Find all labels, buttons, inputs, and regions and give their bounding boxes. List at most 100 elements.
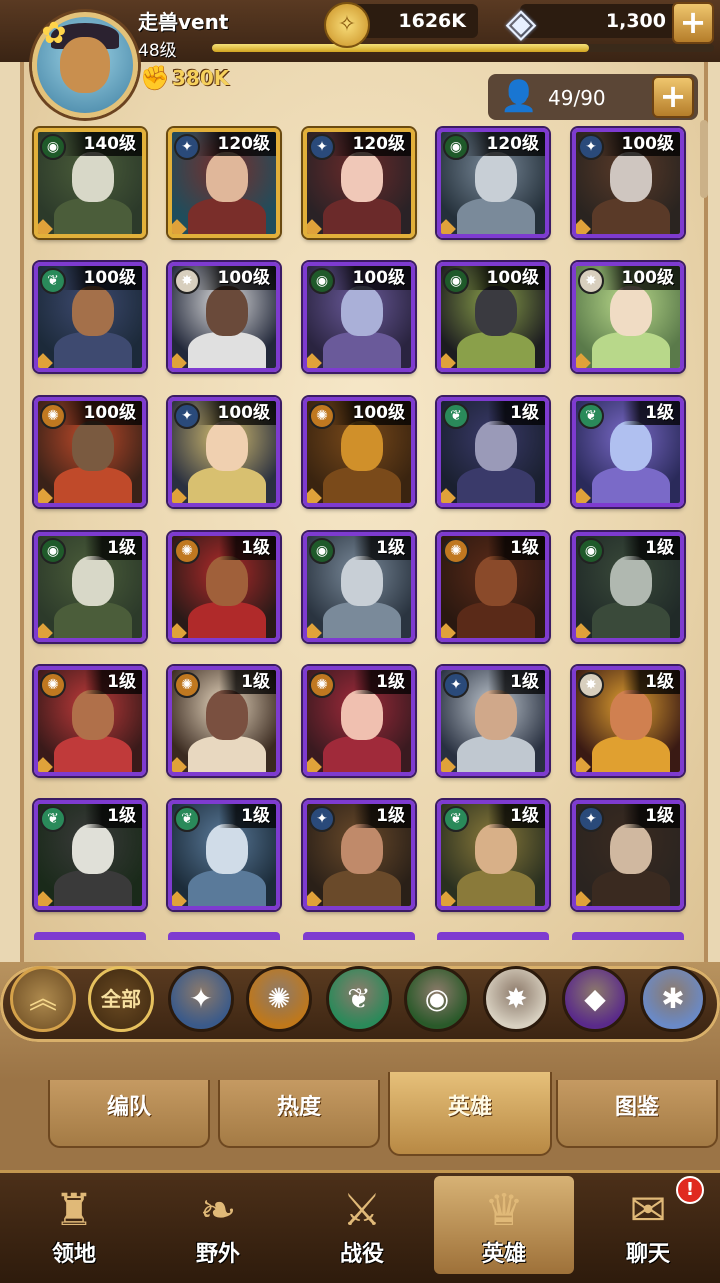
hero-body: [592, 870, 670, 906]
hero-card[interactable]: ◉ 100级: [437, 262, 549, 372]
hero-card[interactable]: ❦ 1级: [437, 397, 549, 507]
void-crystal-icon[interactable]: ◆: [562, 966, 628, 1032]
player-avatar[interactable]: ✿: [32, 12, 138, 118]
hero-level: 120级: [330, 132, 411, 156]
hero-body: [457, 332, 535, 368]
hero-card-partial: [168, 932, 280, 940]
hero-card[interactable]: ◉ 100级: [303, 262, 415, 372]
eye-icon[interactable]: ◉: [404, 966, 470, 1032]
player-level: 48级: [138, 41, 177, 61]
hero-card[interactable]: ✸ 1级: [572, 666, 684, 776]
diamond-counter[interactable]: 1,300: [520, 4, 682, 38]
hero-head: [475, 690, 517, 740]
hero-level: 120级: [464, 132, 545, 156]
add-diamonds-button[interactable]: +: [672, 2, 714, 44]
chevrons-up-icon[interactable]: ︽: [10, 966, 76, 1032]
hero-level: 1级: [85, 804, 142, 828]
hero-head: [72, 421, 114, 471]
filter-all-button[interactable]: 全部: [88, 966, 154, 1032]
hero-card[interactable]: ✦ 120级: [303, 128, 415, 238]
hero-card[interactable]: ✺ 1级: [303, 666, 415, 776]
hero-head: [72, 690, 114, 740]
starburst-icon[interactable]: ✸: [483, 966, 549, 1032]
hero-body: [592, 467, 670, 503]
sun-fire-faction-icon: ✺: [443, 538, 469, 564]
hero-head: [206, 824, 248, 874]
hero-head: [206, 556, 248, 606]
castle-icon: ♜: [54, 1185, 94, 1236]
helmet-icon: ♛: [484, 1185, 524, 1236]
hero-card[interactable]: ✺ 1级: [168, 666, 280, 776]
hero-card[interactable]: ✸ 100级: [168, 262, 280, 372]
hero-body: [54, 736, 132, 772]
nav-sword-shield-button[interactable]: ⚔ 战役: [292, 1176, 432, 1274]
hero-card[interactable]: ✦ 100级: [168, 397, 280, 507]
forest-eye-faction-icon: ◉: [309, 538, 335, 564]
hero-level: 100级: [61, 401, 142, 425]
hero-card[interactable]: ◉ 120级: [437, 128, 549, 238]
hero-card[interactable]: ✦ 1级: [303, 800, 415, 910]
light-star-faction-icon: ✦: [578, 806, 604, 832]
hero-card[interactable]: ✺ 100级: [34, 397, 146, 507]
hero-card-partial: [34, 932, 146, 940]
hero-card[interactable]: ✦ 120级: [168, 128, 280, 238]
sun-fire-faction-icon: ✺: [40, 672, 66, 698]
scrollbar-thumb[interactable]: [700, 120, 708, 198]
hero-card[interactable]: ◉ 1级: [572, 532, 684, 642]
hero-level: 140级: [61, 132, 142, 156]
hero-body: [457, 602, 535, 638]
hero-card[interactable]: ❦ 1级: [437, 800, 549, 910]
hero-body: [323, 467, 401, 503]
hero-head: [206, 152, 248, 202]
hero-body: [323, 736, 401, 772]
player-name: 走兽vent: [138, 10, 229, 34]
hero-card[interactable]: ❦ 1级: [572, 397, 684, 507]
hero-head: [610, 286, 652, 336]
hero-card[interactable]: ✺ 1级: [34, 666, 146, 776]
hero-card[interactable]: ✦ 1级: [572, 800, 684, 910]
hero-card[interactable]: ✺ 1级: [437, 532, 549, 642]
arcane-circle-icon[interactable]: ✱: [640, 966, 706, 1032]
hero-body: [323, 198, 401, 234]
hero-head: [475, 421, 517, 471]
nav-castle-button[interactable]: ♜ 领地: [4, 1176, 144, 1274]
hero-card[interactable]: ✺ 100级: [303, 397, 415, 507]
hero-card[interactable]: ❦ 1级: [168, 800, 280, 910]
hero-body: [54, 602, 132, 638]
hero-card[interactable]: ✸ 100级: [572, 262, 684, 372]
flower-icon: ✿: [41, 16, 67, 51]
hero-card-partial: [437, 932, 549, 940]
star-compass-icon[interactable]: ✦: [168, 966, 234, 1032]
light-star-faction-icon: ✦: [309, 806, 335, 832]
hero-card[interactable]: ◉ 140级: [34, 128, 146, 238]
hero-card[interactable]: ◉ 1级: [303, 532, 415, 642]
nav-map-scroll-button[interactable]: ❧ 野外: [148, 1176, 288, 1274]
hero-level: 100级: [330, 401, 411, 425]
hero-level: 100级: [330, 266, 411, 290]
hero-card[interactable]: ❦ 100级: [34, 262, 146, 372]
nav-helmet-button[interactable]: ♛ 英雄: [434, 1176, 574, 1274]
tab-heroes[interactable]: 英雄: [388, 1072, 552, 1156]
hero-head: [72, 286, 114, 336]
tab-codex[interactable]: 图鉴: [556, 1080, 718, 1148]
hero-head: [72, 152, 114, 202]
expand-roster-button[interactable]: +: [652, 76, 694, 118]
hero-level: 1级: [85, 536, 142, 560]
nature-leaf-faction-icon: ❦: [443, 403, 469, 429]
hero-card[interactable]: ◉ 1级: [34, 532, 146, 642]
hero-level: 1级: [488, 804, 545, 828]
hero-level: 1级: [488, 401, 545, 425]
hero-body: [323, 332, 401, 368]
tab-formation[interactable]: 编队: [48, 1080, 210, 1148]
leaf-icon[interactable]: ❦: [326, 966, 392, 1032]
hero-card[interactable]: ✦ 1级: [437, 666, 549, 776]
hero-head: [610, 421, 652, 471]
hero-card[interactable]: ❦ 1级: [34, 800, 146, 910]
hero-card[interactable]: ✺ 1级: [168, 532, 280, 642]
hero-card[interactable]: ✦ 100级: [572, 128, 684, 238]
tab-popularity[interactable]: 热度: [218, 1080, 380, 1148]
hero-head: [341, 690, 383, 740]
sun-emblem-icon[interactable]: ✺: [246, 966, 312, 1032]
hero-body: [323, 870, 401, 906]
hero-level: 100级: [599, 132, 680, 156]
